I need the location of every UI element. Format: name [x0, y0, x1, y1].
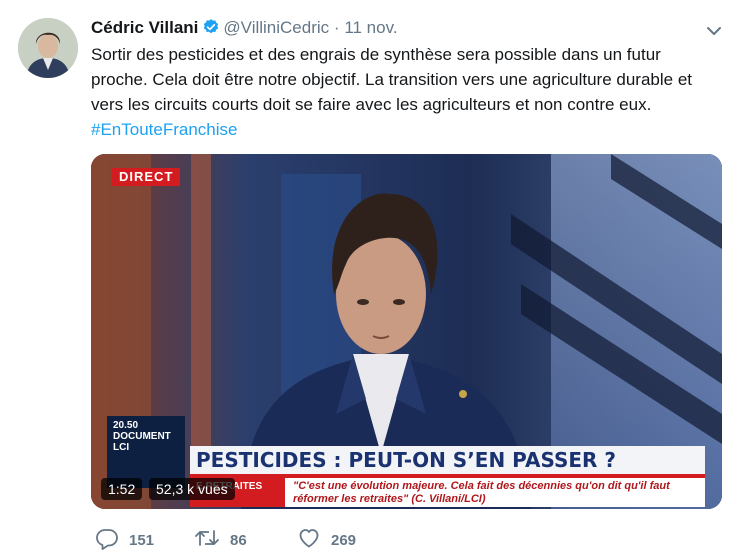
retweet-count: 86 — [230, 531, 247, 549]
avatar[interactable] — [18, 18, 78, 78]
video-headline: PESTICIDES : PEUT-ON S’EN PASSER ? — [190, 446, 705, 474]
program-time: 20.50 — [113, 420, 139, 431]
video-quote: "C'est une évolution majeure. Cela fait … — [285, 478, 705, 507]
tweet-actions: 151 86 269 — [91, 524, 691, 556]
video-views: 52,3 k vues — [149, 478, 235, 500]
separator-dot: · — [333, 18, 340, 37]
reply-icon — [95, 526, 129, 554]
video-duration: 1:52 — [101, 478, 143, 500]
tweet-text: Sortir des pesticides et des engrais de … — [91, 42, 721, 142]
reply-button[interactable]: 151 — [95, 524, 154, 556]
author-name[interactable]: Cédric Villani — [91, 18, 198, 37]
retweet-icon — [194, 526, 230, 554]
hashtag-link[interactable]: #EnTouteFranchise — [91, 117, 721, 142]
tweet-timestamp[interactable]: 11 nov. — [344, 18, 397, 37]
live-badge: DIRECT — [112, 168, 181, 186]
program-name: DOCUMENT LCI — [113, 431, 171, 453]
reply-count: 151 — [129, 531, 155, 549]
caret-down-icon[interactable] — [705, 22, 723, 40]
like-count: 269 — [331, 531, 357, 549]
tweet[interactable]: Cédric Villani @VilliniCedric · 11 nov. S… — [0, 0, 741, 560]
tweet-body: Sortir des pesticides et des engrais de … — [91, 45, 693, 114]
like-icon — [297, 526, 331, 554]
like-button[interactable]: 269 — [297, 524, 356, 556]
retweet-button[interactable]: 86 — [194, 524, 247, 556]
video-player[interactable]: DIRECT 20.50 DOCUMENT LCI PESTICIDES : P… — [91, 154, 722, 509]
author-handle[interactable]: @VilliniCedric — [223, 18, 329, 37]
tweet-header: Cédric Villani @VilliniCedric · 11 nov. — [91, 16, 398, 40]
verified-icon — [202, 18, 220, 43]
